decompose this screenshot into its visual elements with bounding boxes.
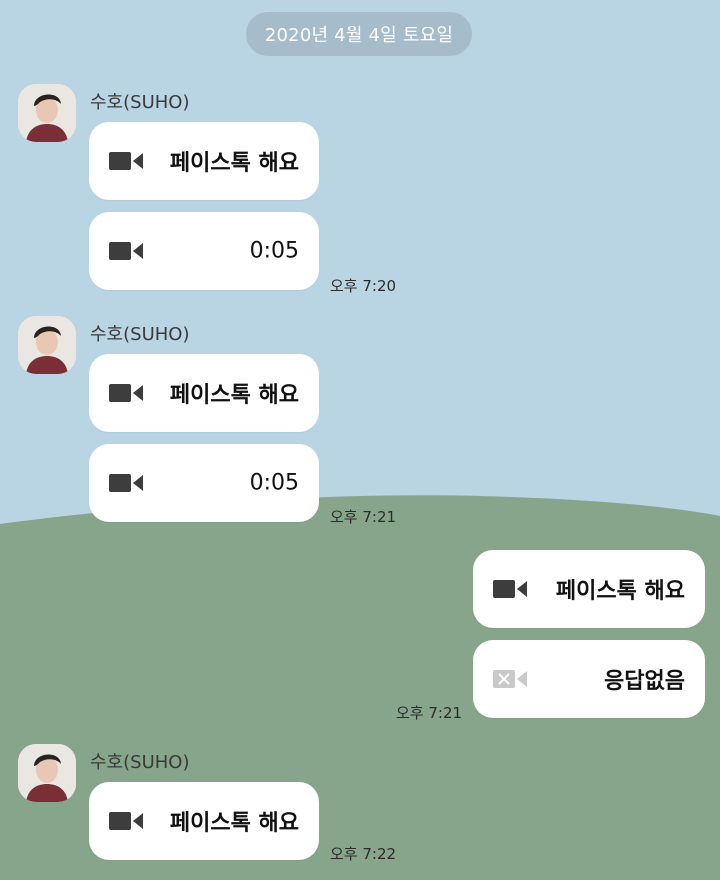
video-camera-icon [109, 152, 143, 170]
call-label: 페이스톡 해요 [169, 383, 299, 408]
video-camera-icon [109, 474, 143, 492]
call-duration-bubble[interactable]: 0:05 [89, 212, 319, 290]
facetalk-call-bubble[interactable]: 페이스톡 해요 [89, 122, 319, 200]
call-duration: 0:05 [249, 470, 299, 496]
missed-call-label: 응답없음 [604, 669, 685, 694]
video-camera-icon [109, 812, 143, 830]
avatar[interactable] [18, 84, 76, 142]
message-timestamp: 오후 7:22 [330, 845, 397, 863]
avatar[interactable] [18, 744, 76, 802]
video-camera-icon [493, 580, 527, 598]
missed-call-bubble[interactable]: 응답없음 [473, 640, 705, 718]
video-camera-icon [109, 242, 143, 260]
facetalk-call-bubble[interactable]: 페이스톡 해요 [89, 354, 319, 432]
date-divider: 2020년 4월 4일 토요일 [246, 12, 472, 56]
call-label: 페이스톡 해요 [169, 151, 299, 176]
profile-avatar [18, 84, 76, 142]
call-duration-bubble[interactable]: 0:05 [89, 444, 319, 522]
call-duration: 0:05 [249, 238, 299, 264]
call-label: 페이스톡 해요 [555, 579, 685, 604]
message-timestamp: 오후 7:21 [396, 704, 463, 722]
avatar[interactable] [18, 316, 76, 374]
profile-avatar [18, 744, 76, 802]
facetalk-call-bubble-mine[interactable]: 페이스톡 해요 [473, 550, 705, 628]
sender-name: 수호(SUHO) [90, 92, 190, 113]
facetalk-call-bubble[interactable]: 페이스톡 해요 [89, 782, 319, 860]
call-label: 페이스톡 해요 [169, 811, 299, 836]
sender-name: 수호(SUHO) [90, 752, 190, 773]
video-camera-icon [109, 384, 143, 402]
message-timestamp: 오후 7:20 [330, 277, 397, 295]
profile-avatar [18, 316, 76, 374]
sender-name: 수호(SUHO) [90, 324, 190, 345]
video-camera-missed-icon [493, 670, 527, 688]
message-timestamp: 오후 7:21 [330, 508, 397, 526]
